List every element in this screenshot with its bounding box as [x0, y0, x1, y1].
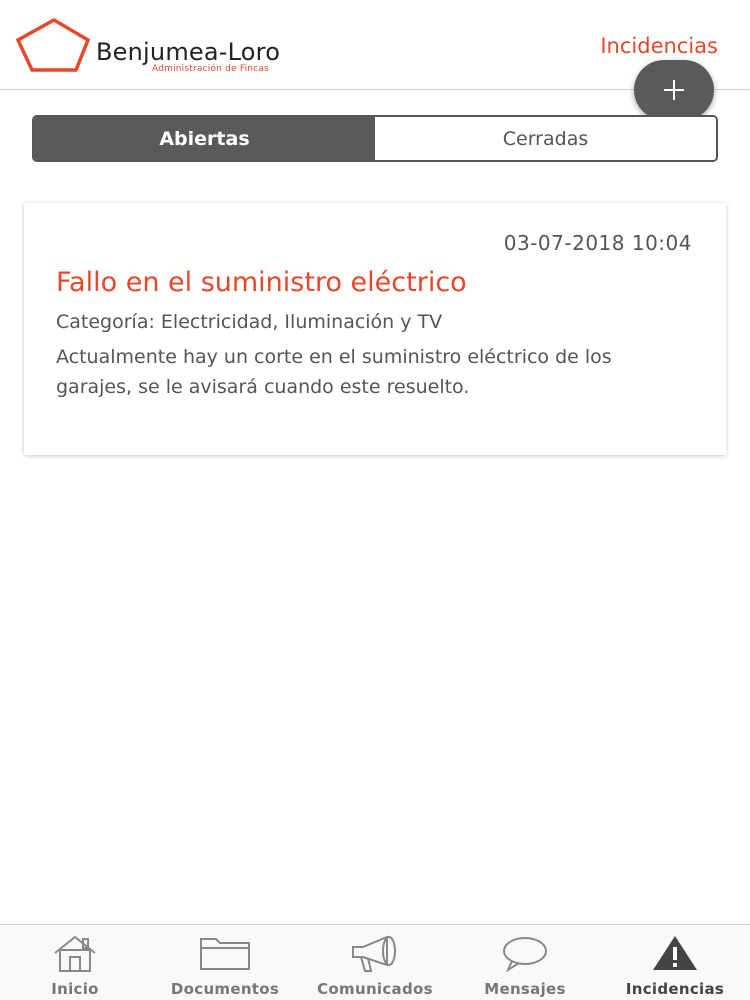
tab-inicio[interactable]: Inicio: [0, 925, 150, 1000]
chat-bubble-icon: [503, 937, 547, 973]
company-logo: Benjumea-Loro Administración de Fincas: [14, 16, 314, 76]
tab-label-incidencias: Incidencias: [625, 980, 725, 998]
logo-name: Benjumea-Loro: [96, 38, 281, 66]
tab-label-inicio: Inicio: [51, 980, 99, 998]
incident-title: Fallo en el suministro eléctrico: [56, 267, 467, 298]
bottom-tab-bar: Inicio Documentos Comunicados Mensajes I…: [0, 924, 750, 1000]
megaphone-icon: [352, 935, 396, 972]
tab-comunicados[interactable]: Comunicados: [300, 925, 450, 1000]
tab-mensajes[interactable]: Mensajes: [450, 925, 600, 1000]
tab-label-mensajes: Mensajes: [484, 980, 566, 998]
house-pentagon-icon: [15, 17, 91, 72]
tab-label-documentos: Documentos: [170, 980, 280, 998]
incident-date: 03-07-2018 10:04: [503, 231, 692, 255]
segment-cerradas[interactable]: Cerradas: [375, 117, 716, 160]
logo-tagline: Administración de Fincas: [152, 64, 269, 74]
incident-category: Categoría: Electricidad, Iluminación y T…: [56, 311, 443, 333]
warning-icon: [653, 936, 697, 970]
tab-documentos[interactable]: Documentos: [150, 925, 300, 1000]
tab-incidencias[interactable]: Incidencias: [600, 925, 750, 1000]
incident-card[interactable]: 03-07-2018 10:04 Fallo en el suministro …: [24, 203, 726, 455]
home-icon: [54, 935, 96, 972]
tab-label-comunicados: Comunicados: [317, 980, 433, 998]
page-title: Incidencias: [600, 34, 718, 58]
add-incident-button[interactable]: [634, 60, 714, 120]
status-segmented-control: Abiertas Cerradas: [32, 115, 718, 162]
incident-description: Actualmente hay un corte en el suministr…: [56, 346, 612, 398]
folder-icon: [200, 938, 250, 970]
segment-abiertas[interactable]: Abiertas: [34, 117, 375, 160]
plus-icon: [664, 80, 684, 100]
